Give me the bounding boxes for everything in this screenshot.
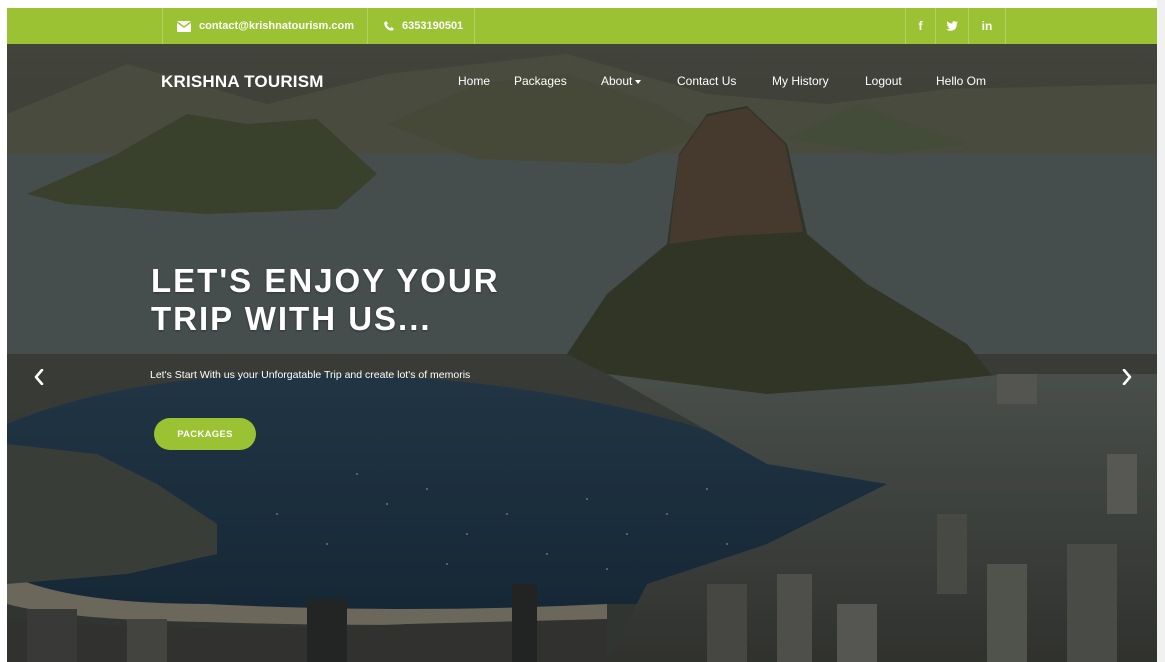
contact-phone[interactable]: 6353190501 <box>367 8 475 44</box>
nav-my-history[interactable]: My History <box>772 74 829 88</box>
headline-line-1: LET'S ENJOY YOUR <box>151 262 500 299</box>
envelope-icon <box>177 20 191 32</box>
nav-logout[interactable]: Logout <box>865 74 902 88</box>
page: contact@krishnatourism.com 6353190501 f … <box>7 8 1157 662</box>
slider-next-button[interactable] <box>1115 362 1139 392</box>
slider-prev-button[interactable] <box>27 362 51 392</box>
brand-logo[interactable]: KRISHNA TOURISM <box>161 72 324 92</box>
nav-about-label: About <box>601 74 633 88</box>
nav-contact-us[interactable]: Contact Us <box>677 74 736 88</box>
hero-headline: LET'S ENJOY YOUR TRIP WITH US... <box>151 262 571 338</box>
twitter-bird-icon <box>946 21 958 31</box>
hero-background-image <box>7 44 1157 662</box>
linkedin-icon[interactable]: in <box>968 8 1006 44</box>
hero-slider: KRISHNA TOURISM Home Packages About Cont… <box>7 44 1157 662</box>
email-text: contact@krishnatourism.com <box>199 20 354 32</box>
caret-down-icon <box>635 79 642 84</box>
packages-button[interactable]: PACKAGES <box>154 418 256 450</box>
chevron-right-icon <box>1122 369 1132 385</box>
headline-line-2: TRIP WITH US... <box>151 300 432 337</box>
nav-about[interactable]: About <box>601 74 642 88</box>
phone-text: 6353190501 <box>402 20 464 32</box>
phone-icon <box>384 21 394 31</box>
nav-user-greeting[interactable]: Hello Om <box>936 74 986 88</box>
hero-subtext: Let's Start With us your Unforgatable Tr… <box>150 369 471 381</box>
top-bar: contact@krishnatourism.com 6353190501 f … <box>7 8 1157 44</box>
twitter-icon[interactable] <box>935 8 968 44</box>
scrollbar[interactable] <box>1157 0 1165 662</box>
facebook-icon[interactable]: f <box>905 8 935 44</box>
chevron-left-icon <box>34 369 44 385</box>
nav-packages[interactable]: Packages <box>514 74 567 88</box>
main-navbar: KRISHNA TOURISM Home Packages About Cont… <box>7 44 1157 114</box>
nav-home[interactable]: Home <box>458 74 490 88</box>
contact-email[interactable]: contact@krishnatourism.com <box>162 8 367 44</box>
